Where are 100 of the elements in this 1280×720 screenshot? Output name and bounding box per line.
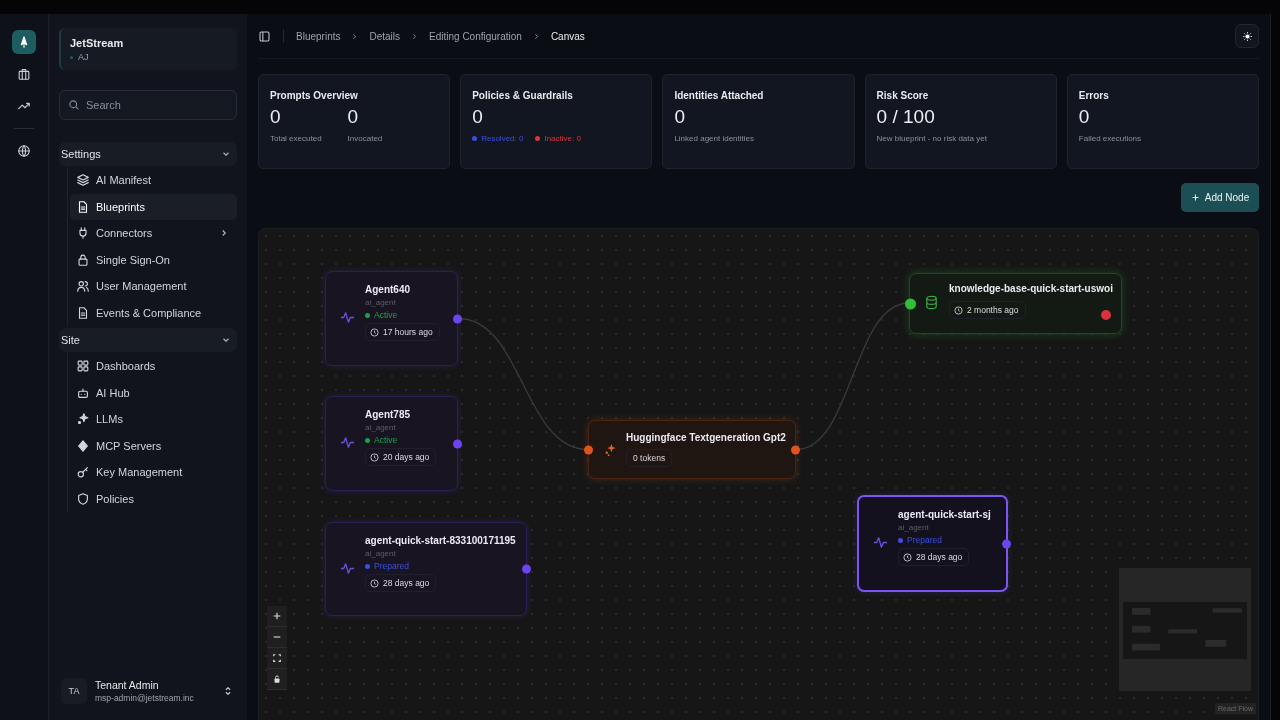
user-email: msp-admin@jetstream.inc [95,693,195,703]
chevron-icon [350,31,360,41]
activity-icon [873,535,888,550]
node-status: Active [374,310,398,320]
connection-handle[interactable] [453,314,462,323]
stat-title: Risk Score [876,90,930,101]
agent-node[interactable]: agent-quick-start-sj ai_agent Prepared 28 days ago [857,495,1008,592]
clock-icon [370,327,379,337]
user-name: Tenant Admin [95,679,160,691]
lock-icon [76,252,90,267]
breadcrumb-link[interactable]: Details [369,30,401,42]
sidebar-item[interactable]: MCP Servers [70,432,237,459]
clock-icon [370,452,379,462]
time-chip: 17 hours ago [365,323,440,341]
expand-icon [223,686,233,696]
sidebar-item[interactable]: User Management [70,273,237,300]
node-title: agent-quick-start-833100171195 [365,535,516,546]
stat-caption: Linked agent identities [674,134,754,143]
section-header[interactable]: Site [59,328,237,352]
search-field[interactable]: Search [59,90,237,120]
node-title: knowledge-base-quick-start-uswoi [949,283,1113,294]
key-icon [76,465,90,480]
time-chip: 28 days ago [365,574,437,592]
sidebar-item[interactable]: Dashboards [70,353,237,380]
diamond-icon [76,438,90,453]
node-type: ai_agent [365,549,396,558]
globe-icon [17,144,31,158]
search-icon [68,99,80,111]
stat-caption: Total executed [270,134,322,143]
stat-value: 0 [472,107,483,126]
token-chip: 0 tokens [626,449,673,467]
connection-handle[interactable] [522,564,531,574]
theme-toggle[interactable] [1235,24,1259,48]
user-avatar: TA [61,678,87,704]
breadcrumb-link[interactable]: Editing Configuration [429,30,522,42]
activity-icon [340,310,355,325]
node-type: ai_agent [898,523,929,532]
time-chip: 2 months ago [949,301,1026,319]
legend-label: Resolved: 0 [481,134,524,143]
connection-handle[interactable] [584,445,593,454]
node-status: Active [374,435,398,445]
sidebar-item[interactable]: Policies [70,485,237,512]
node-status: Prepared [374,561,409,571]
add-node-button[interactable]: Add Node [1181,183,1259,212]
node-title: Huggingface Textgeneration Gpt2 [626,432,786,443]
plug-icon [76,226,90,241]
workspace-card[interactable]: JetStream AJ [59,28,237,70]
sparkle-icon [76,412,90,427]
breadcrumb-link[interactable]: Blueprints [296,30,341,42]
sidebar-item[interactable]: AI Hub [70,379,237,406]
layers-icon [76,173,90,188]
sun-icon [1241,30,1253,42]
stat-caption: New blueprint - no risk data yet [876,134,987,143]
stat-caption: Invocated [347,134,383,143]
time-chip: 20 days ago [365,448,437,466]
stat-title: Identities Attached [674,90,765,101]
briefcase-icon [17,67,31,81]
stat-value: 0 [347,107,360,126]
stat-value: 0 / 100 [876,107,936,126]
connection-handle[interactable] [453,439,462,448]
workspace-name: JetStream [70,36,124,49]
delete-button[interactable] [1101,310,1111,320]
zoom-in-button[interactable] [267,606,287,627]
clock-icon [903,552,912,562]
stat-value: 0 [1078,107,1091,126]
connection-handle[interactable] [905,298,916,310]
stat-value: 0 [674,107,686,126]
sidebar-item[interactable]: AI Manifest [70,167,237,194]
sparkle-icon [603,442,618,457]
section-header[interactable]: Settings [59,142,237,166]
document-icon [76,305,90,320]
users-icon [76,279,90,294]
chevron-icon [410,31,420,41]
node-title: agent-quick-start-sj [898,509,991,520]
sidebar-item[interactable]: Single Sign-On [70,246,237,273]
stat-caption: Failed executions [1078,134,1142,143]
stat-value: 0 [270,107,282,126]
shield-icon [76,491,90,506]
connection-handle[interactable] [791,445,800,454]
activity-icon [340,435,355,450]
stat-title: Prompts Overview [270,90,359,101]
node-title: Agent640 [365,284,410,295]
sidebar-item[interactable]: Connectors [70,220,237,247]
workspace-initials: AJ [70,51,89,62]
sidebar-item[interactable]: Blueprints [70,193,237,220]
node-type: ai_agent [365,298,396,307]
node-type: ai_agent [365,423,396,432]
clock-icon [370,578,379,588]
legend-label: Inactive: 0 [544,134,581,143]
node-status: Prepared [907,535,942,545]
sidebar-item[interactable]: LLMs [70,406,237,433]
user-menu[interactable]: TA Tenant Admin msp-admin@jetstream.inc [59,676,237,706]
sidebar-item[interactable]: Events & Compliance [70,299,237,326]
rail-button[interactable] [12,30,36,54]
sidebar-toggle-icon[interactable] [258,29,271,43]
connection-handle[interactable] [1002,539,1011,548]
database-icon [924,295,939,310]
sidebar-item[interactable]: Key Management [70,459,237,486]
node-title: Agent785 [365,409,410,420]
plus-icon [272,611,282,621]
